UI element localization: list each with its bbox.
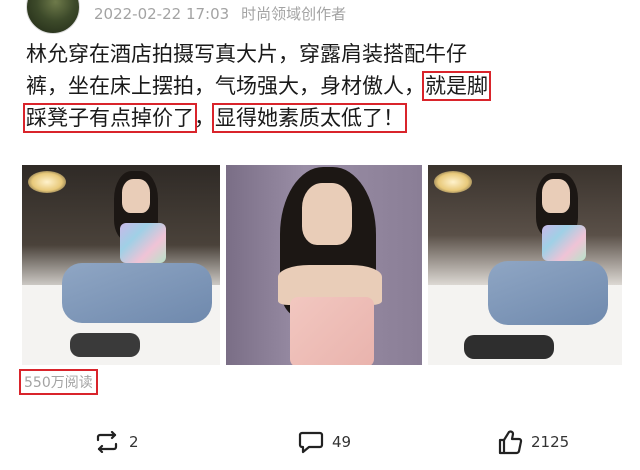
photo-3[interactable] — [428, 165, 622, 365]
post-line-2-text: 裤，坐在床上摆拍，气场强大，身材傲人， — [26, 74, 425, 98]
author-tag: 时尚领域创作者 — [241, 5, 347, 23]
repost-button[interactable]: 2 — [93, 425, 139, 459]
like-icon — [497, 429, 523, 455]
post-line-3: 踩凳子有点掉价了，显得她素质太低了！ — [23, 102, 626, 134]
post-line-2: 裤，坐在床上摆拍，气场强大，身材傲人，就是脚 — [26, 70, 626, 102]
highlighted-phrase-1: 就是脚 — [422, 71, 491, 101]
repost-count: 2 — [129, 433, 139, 451]
read-count: 550万阅读 — [19, 369, 98, 395]
comment-button[interactable]: 49 — [298, 425, 351, 459]
like-button[interactable]: 2125 — [497, 425, 569, 459]
highlighted-phrase-3: 显得她素质太低了！ — [212, 103, 407, 133]
repost-icon — [93, 431, 121, 453]
photo-1[interactable] — [22, 165, 220, 365]
post-line-1-text: 林允穿在酒店拍摄写真大片，穿露肩装搭配牛仔 — [26, 42, 467, 66]
comment-count: 49 — [332, 433, 352, 451]
action-bar: 2 49 2125 — [0, 425, 640, 459]
photo-gallery — [22, 165, 622, 365]
highlighted-phrase-2: 踩凳子有点掉价了 — [23, 103, 197, 133]
comment-icon — [298, 430, 324, 454]
post-text: 林允穿在酒店拍摄写真大片，穿露肩装搭配牛仔 裤，坐在床上摆拍，气场强大，身材傲人… — [23, 38, 626, 134]
like-count: 2125 — [531, 433, 570, 451]
post-line-1: 林允穿在酒店拍摄写真大片，穿露肩装搭配牛仔 — [26, 38, 626, 70]
author-avatar[interactable] — [26, 0, 80, 34]
post-meta: 2022-02-22 17:03 时尚领域创作者 — [94, 3, 346, 24]
post-date: 2022-02-22 17:03 — [94, 5, 230, 23]
post-line-3-comma: ， — [194, 106, 215, 130]
photo-2[interactable] — [226, 165, 422, 365]
